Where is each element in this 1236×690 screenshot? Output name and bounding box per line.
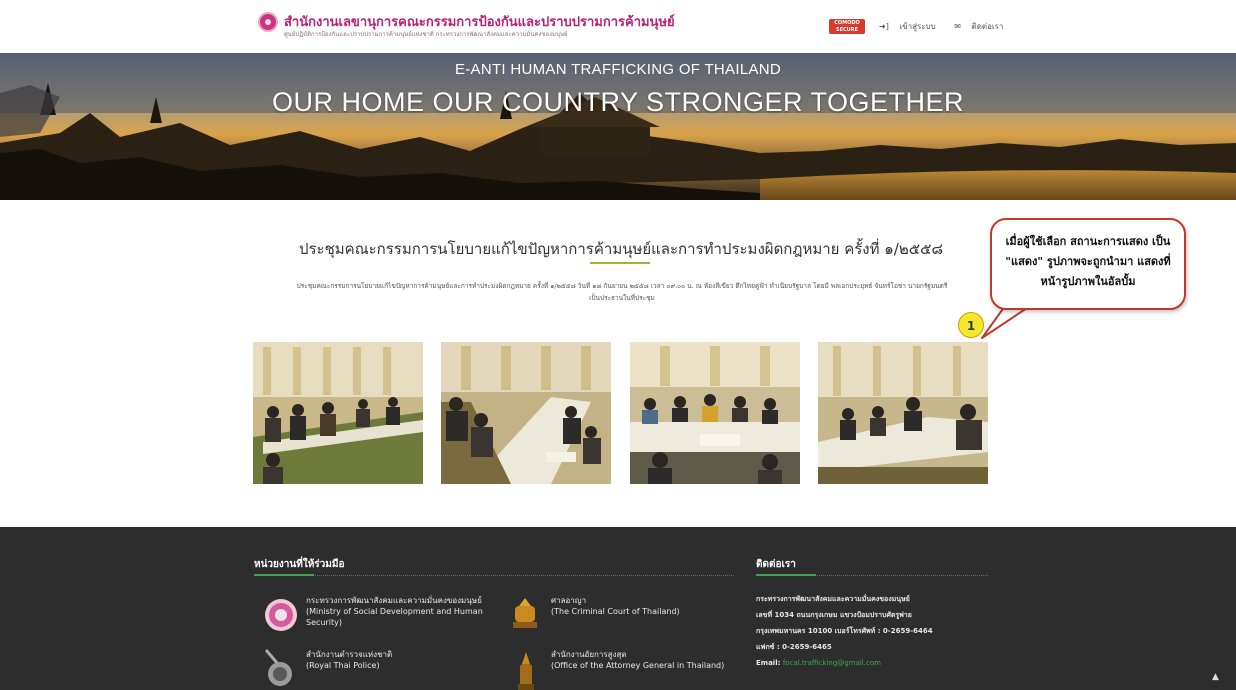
meeting-photo-2[interactable]: [441, 342, 611, 484]
partner-english: (Royal Thai Police): [306, 661, 380, 670]
title-divider: [590, 262, 650, 264]
header-nav: ➜] เข้าสู่ระบบ ✉ ติดต่อเรา: [879, 20, 1019, 33]
partner-name: ศาลอาญา: [551, 596, 587, 605]
contact-org: กระทรวงการพัฒนาสังคมและความมั่นคงของมนุษ…: [756, 595, 910, 603]
annotation-callout: เมื่อผู้ใช้เลือก สถานะการแสดง เป็น "แสดง…: [990, 218, 1186, 310]
partners-divider: [254, 575, 734, 577]
contact-address1: เลขที่ 1034 ถนนกรุงเกษม แขวงป้อมปราบศัตร…: [756, 611, 912, 619]
contact-email-row: Email: focal.trafficking@gmail.com: [756, 655, 933, 671]
ministry-emblem-icon: [265, 599, 297, 631]
partner-english: (Office of the Attorney General in Thail…: [551, 661, 725, 670]
site-logo-icon[interactable]: [258, 12, 278, 32]
banner-title: OUR HOME OUR COUNTRY STRONGER TOGETHER: [271, 87, 965, 117]
article-title: ประชุมคณะกรรมการนโยบายแก้ไขปัญหาการค้ามน…: [298, 240, 944, 258]
login-link[interactable]: ➜] เข้าสู่ระบบ: [879, 22, 944, 31]
secure-badge-line1: COMODO: [834, 20, 860, 26]
meeting-photo-4[interactable]: [818, 342, 988, 484]
partner-item[interactable]: กระทรวงการพัฒนาสังคมและความมั่นคงของมนุษ…: [306, 595, 506, 628]
partner-english: (The Criminal Court of Thailand): [551, 607, 680, 616]
partners-accent: [254, 574, 314, 576]
attorney-emblem-icon: [518, 652, 534, 690]
partner-name: สำนักงานตำรวจแห่งชาติ: [306, 650, 393, 659]
meeting-photo-3[interactable]: [630, 342, 800, 484]
envelope-icon: ✉: [954, 22, 961, 31]
partner-english: (Ministry of Social Development and Huma…: [306, 607, 483, 627]
secure-badge: COMODO SECURE: [829, 19, 865, 34]
callout-text: เมื่อผู้ใช้เลือก สถานะการแสดง เป็น "แสดง…: [1005, 235, 1171, 288]
chevron-up-icon[interactable]: ▲: [1212, 672, 1219, 682]
secure-badge-line2: SECURE: [835, 27, 858, 33]
police-emblem-icon: [264, 649, 292, 686]
partner-name: สำนักงานอัยการสูงสุด: [551, 650, 627, 659]
contact-info: กระทรวงการพัฒนาสังคมและความมั่นคงของมนุษ…: [756, 591, 933, 671]
annotation-marker: 1: [958, 312, 984, 338]
contact-address2: กรุงเทพมหานคร 10100 เบอร์โทรศัพท์ : 0-26…: [756, 627, 933, 635]
partner-item[interactable]: สำนักงานอัยการสูงสุด (Office of the Atto…: [551, 649, 751, 671]
partner-item[interactable]: สำนักงานตำรวจแห่งชาติ (Royal Thai Police…: [306, 649, 506, 671]
sign-in-icon: ➜]: [879, 22, 889, 31]
contact-link[interactable]: ✉ ติดต่อเรา: [954, 22, 1011, 31]
meeting-photo-1[interactable]: [253, 342, 423, 484]
email-label: Email:: [756, 659, 781, 667]
contact-label: ติดต่อเรา: [971, 22, 1004, 31]
email-link[interactable]: focal.trafficking@gmail.com: [783, 659, 881, 667]
contact-heading: ติดต่อเรา: [756, 559, 796, 570]
banner-subtitle: E-ANTI HUMAN TRAFFICKING OF THAILAND: [454, 61, 782, 78]
contact-fax: แฟกซ์ : 0-2659-6465: [756, 643, 832, 651]
partners-heading: หน่วยงานที่ให้ร่วมมือ: [254, 559, 345, 570]
court-emblem-icon: [513, 598, 537, 628]
partner-name: กระทรวงการพัฒนาสังคมและความมั่นคงของมนุษ…: [306, 596, 482, 605]
partner-item[interactable]: ศาลอาญา (The Criminal Court of Thailand): [551, 595, 751, 617]
site-header: สำนักงานเลขานุการคณะกรรมการป้องกันและปรา…: [0, 0, 1236, 52]
site-subtitle: ศูนย์ปฏิบัติการป้องกันและปราบปรามการค้าม…: [284, 31, 568, 38]
hero-banner: E-ANTI HUMAN TRAFFICKING OF THAILAND OUR…: [0, 53, 1236, 200]
article-description: ประชุมคณะกรรมการนโยบายแก้ไขปัญหาการค้ามน…: [296, 282, 948, 302]
contact-accent: [756, 574, 816, 576]
login-label: เข้าสู่ระบบ: [899, 22, 936, 31]
